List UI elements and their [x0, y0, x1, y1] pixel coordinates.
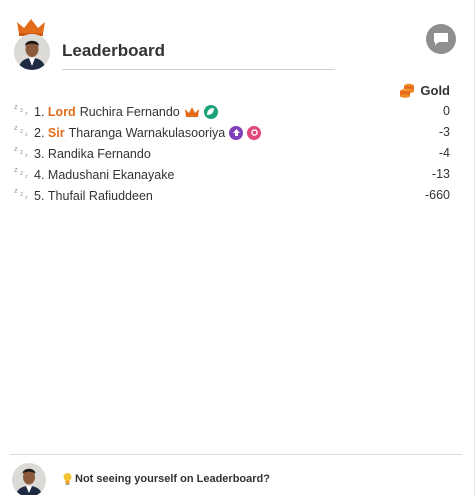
leaderboard-footer: Not seeing yourself on Leaderboard? — [10, 454, 462, 495]
sleeping-zzz-icon: z z z — [14, 124, 28, 137]
svg-text:z: z — [14, 187, 18, 195]
row-name[interactable]: Thufail Rafiuddeen — [48, 189, 153, 203]
leaderboard-row[interactable]: z z z 3. Randika Fernando -4 — [14, 143, 456, 164]
row-name[interactable]: Ruchira Fernando — [80, 105, 180, 119]
svg-text:z: z — [25, 195, 28, 200]
page-title: Leaderboard — [62, 41, 165, 60]
chat-button[interactable] — [426, 24, 456, 54]
sleeping-zzz-icon: z z z — [14, 103, 28, 116]
footer-message: Not seeing yourself on Leaderboard? — [75, 473, 270, 485]
svg-text:z: z — [14, 124, 18, 132]
leaf-badge-icon — [203, 104, 218, 119]
svg-text:z: z — [20, 128, 23, 135]
row-name[interactable]: Randika Fernando — [48, 147, 151, 161]
svg-text:z: z — [20, 191, 23, 198]
row-score: -13 — [431, 167, 450, 181]
leaderboard-panel: Leaderboard Gold z z z 1. Lord Ruchira F… — [0, 0, 475, 495]
row-rank: 2. — [34, 125, 45, 140]
purple-badge-icon — [229, 125, 244, 140]
svg-text:z: z — [25, 132, 28, 137]
row-score: -4 — [438, 146, 450, 160]
leaderboard-row[interactable]: z z z 5. Thufail Rafiuddeen -660 — [14, 185, 456, 206]
footer-avatar[interactable] — [12, 463, 46, 495]
svg-text:z: z — [14, 166, 18, 174]
pink-badge-icon — [247, 125, 262, 140]
leaderboard-row[interactable]: z z z 4. Madushani Ekanayake -13 — [14, 164, 456, 185]
svg-text:z: z — [14, 103, 18, 111]
svg-text:z: z — [20, 149, 23, 156]
sleeping-zzz-icon: z z z — [14, 145, 28, 158]
crown-badge-icon — [184, 106, 199, 117]
user-avatar-with-crown[interactable] — [12, 18, 52, 74]
svg-text:z: z — [25, 153, 28, 158]
gold-coins-icon — [400, 83, 415, 98]
leaderboard-list: z z z 1. Lord Ruchira Fernando 0 z z z 2… — [14, 101, 456, 206]
row-rank: 1. — [34, 104, 45, 119]
row-name[interactable]: Madushani Ekanayake — [48, 168, 174, 182]
sleeping-zzz-icon: z z z — [14, 187, 28, 200]
leaderboard-header: Leaderboard — [10, 18, 340, 74]
svg-text:z: z — [25, 111, 28, 116]
svg-text:z: z — [14, 145, 18, 153]
row-rank: 5. — [34, 188, 45, 203]
row-name[interactable]: Tharanga Warnakulasooriya — [69, 126, 226, 140]
row-title-tag: Sir — [47, 125, 65, 140]
not-on-leaderboard-link[interactable]: Not seeing yourself on Leaderboard? — [62, 472, 270, 486]
row-rank: 4. — [34, 167, 45, 182]
gold-column-header[interactable]: Gold — [399, 82, 450, 98]
row-title-tag: Lord — [47, 104, 76, 119]
sleeping-zzz-icon: z z z — [14, 166, 28, 179]
title-underline: Leaderboard — [62, 40, 335, 70]
row-score: -660 — [424, 188, 450, 202]
row-rank: 3. — [34, 146, 45, 161]
chat-bubble-icon — [434, 33, 448, 45]
gold-column-label: Gold — [420, 82, 450, 98]
svg-text:z: z — [20, 170, 23, 177]
svg-text:z: z — [20, 107, 23, 114]
leaderboard-row[interactable]: z z z 1. Lord Ruchira Fernando 0 — [14, 101, 456, 122]
leaderboard-row[interactable]: z z z 2. Sir Tharanga Warnakulasooriya -… — [14, 122, 456, 143]
avatar — [14, 34, 50, 70]
lightbulb-icon — [63, 473, 72, 485]
row-score: -3 — [438, 125, 450, 139]
row-score: 0 — [443, 104, 450, 118]
svg-text:z: z — [25, 174, 28, 179]
